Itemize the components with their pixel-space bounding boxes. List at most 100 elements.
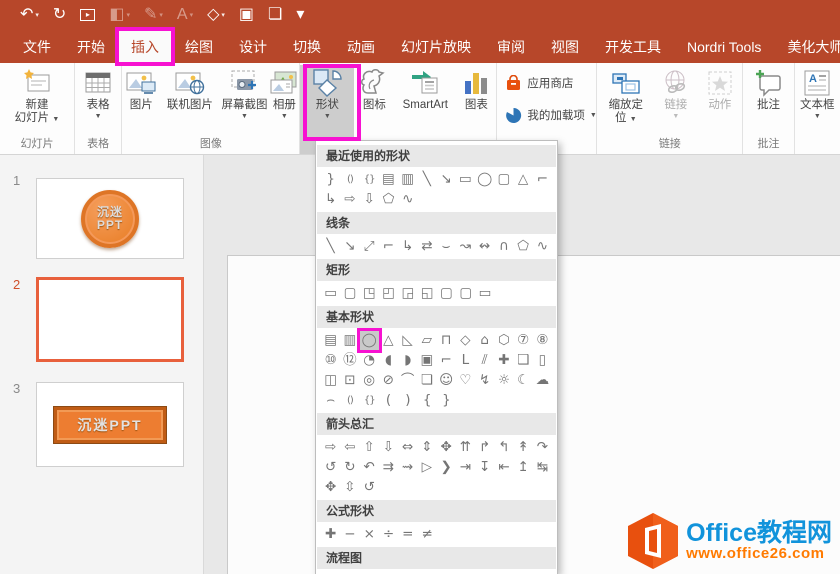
shape-arc[interactable]: ⌢ <box>321 391 340 410</box>
shape-line-double-arrow[interactable]: ⤢ <box>360 237 379 256</box>
shape-pie[interactable]: ◔ <box>360 351 379 370</box>
shape-double-brace[interactable]: {} <box>360 170 379 189</box>
shape-chevron-arrow[interactable]: ❯ <box>437 458 456 477</box>
group-label-links[interactable]: 链接 <box>597 138 742 154</box>
shape-oval[interactable]: ◯ <box>475 170 494 189</box>
shape-round-single-corner-rectangle[interactable]: ▢ <box>437 284 456 303</box>
zoom-button[interactable]: 缩放定 位 ▼ <box>598 65 654 138</box>
undo-icon[interactable]: ↶▾ <box>20 7 39 23</box>
shape-curved-double-arrow-connector[interactable]: ↭ <box>475 237 494 256</box>
start-slideshow-icon[interactable]: ▸ <box>80 9 95 21</box>
shape-double-brace[interactable]: {} <box>360 391 379 410</box>
shape-isosceles-triangle[interactable]: △ <box>379 331 398 350</box>
shape-curved-arrow-connector[interactable]: ↝ <box>456 237 475 256</box>
screenshot-button[interactable]: 屏幕截图 ▼ <box>220 65 270 138</box>
ribbon-tab-4[interactable]: 设计 <box>226 30 280 63</box>
group-label-slides[interactable]: 幻灯片 <box>0 138 74 154</box>
shape-round-diagonal-corner-rectangle[interactable]: ▭ <box>475 284 494 303</box>
shape-hexagon[interactable]: ⬡ <box>494 331 513 350</box>
shape-heptagon[interactable]: ⑦ <box>514 331 533 350</box>
shape-plus-sign[interactable]: ✚ <box>321 525 340 544</box>
shape-u-turn-arrow[interactable]: ↰ <box>494 438 513 457</box>
shape-line[interactable]: ╲ <box>417 170 436 189</box>
slide-2-number[interactable]: 2 <box>13 277 20 292</box>
shape-bevel[interactable]: ⊡ <box>340 371 359 390</box>
shape-smiley-face[interactable]: ☺ <box>437 371 456 390</box>
shape-up-arrow[interactable]: ⇧ <box>360 438 379 457</box>
shape-parallelogram[interactable]: ▱ <box>417 331 436 350</box>
shape-diamond[interactable]: ◇ <box>456 331 475 350</box>
table-button[interactable]: 表格 ▼ <box>81 65 115 138</box>
shape-text-box[interactable]: ▤ <box>321 331 340 350</box>
shape-curved-connector[interactable]: ⌣ <box>437 237 456 256</box>
comment-button[interactable]: 批注 <box>751 65 785 138</box>
shape-trapezoid[interactable]: ⊓ <box>437 331 456 350</box>
shape-left-arrow[interactable]: ⇦ <box>340 438 359 457</box>
open-folder-icon[interactable]: ❏ <box>268 7 282 23</box>
shape-oval[interactable]: ◯ <box>360 331 379 350</box>
ribbon-tab-7[interactable]: 幻灯片放映 <box>388 30 484 63</box>
slide-3-number[interactable]: 3 <box>13 381 20 396</box>
shape-rounded-rectangle[interactable]: ▢ <box>340 284 359 303</box>
shape-elbow-connector[interactable]: ⌐ <box>533 170 552 189</box>
ribbon-tab-5[interactable]: 切换 <box>280 30 334 63</box>
shape-vertical-text-box[interactable]: ▥ <box>398 170 417 189</box>
shape-diagonal-stripe[interactable]: ⫽ <box>475 351 494 370</box>
ribbon-tab-8[interactable]: 审阅 <box>484 30 538 63</box>
my-addins-button[interactable]: 我的加载项 ▼ <box>497 103 596 127</box>
shape-sun[interactable]: ☼ <box>494 371 513 390</box>
shape-equal-sign[interactable]: = <box>398 525 417 544</box>
textbox-button[interactable]: A 文本框 ▼ <box>800 65 835 154</box>
shape-snip-and-round-single-corner-rectangle[interactable]: ◱ <box>417 284 436 303</box>
merge-shapes-icon[interactable]: ◇▾ <box>207 7 225 23</box>
shape-elbow-arrow-connector[interactable]: ↳ <box>398 237 417 256</box>
shape-donut[interactable]: ◎ <box>360 371 379 390</box>
shape-freeform[interactable]: ⬠ <box>514 237 533 256</box>
shape-double-bracket[interactable]: () <box>340 170 359 189</box>
shape-curved-down-arrow[interactable]: ↻ <box>340 458 359 477</box>
shape-curved-up-arrow[interactable]: ↶ <box>360 458 379 477</box>
shape-division-sign[interactable]: ÷ <box>379 525 398 544</box>
shape-multiplication-sign[interactable]: × <box>360 525 379 544</box>
shape-left-bracket[interactable]: ( <box>379 391 398 410</box>
shape-left-arrow-callout[interactable]: ⇤ <box>494 458 513 477</box>
slide-3-thumbnail[interactable]: 沉迷PPT <box>36 382 184 467</box>
shape-right-brace[interactable]: } <box>437 391 456 410</box>
shape-left-right-arrow-callout[interactable]: ↹ <box>533 458 552 477</box>
shape-octagon[interactable]: ⑧ <box>533 331 552 350</box>
shape-text-box[interactable]: ▤ <box>379 170 398 189</box>
shape-double-bracket[interactable]: () <box>340 391 359 410</box>
shape-heart[interactable]: ♡ <box>456 371 475 390</box>
shape-frame[interactable]: ▣ <box>417 351 436 370</box>
shape-minus-sign[interactable]: − <box>340 525 359 544</box>
shape-snip-single-corner-rectangle[interactable]: ◳ <box>360 284 379 303</box>
group-label-comments[interactable]: 批注 <box>743 138 793 154</box>
ribbon-tab-0[interactable]: 文件 <box>10 30 64 63</box>
ribbon-tab-6[interactable]: 动画 <box>334 30 388 63</box>
shape-scribble[interactable]: ∿ <box>533 237 552 256</box>
shape-teardrop[interactable]: ◗ <box>398 351 417 370</box>
shape-bent-up-arrow[interactable]: ↟ <box>514 438 533 457</box>
slide-1-number[interactable]: 1 <box>13 173 20 188</box>
shape-circular-arrow[interactable]: ↺ <box>360 478 379 497</box>
shape-moon[interactable]: ☾ <box>514 371 533 390</box>
shape-down-arrow[interactable]: ⇩ <box>379 438 398 457</box>
shape-up-down-arrow-callout[interactable]: ⇳ <box>340 478 359 497</box>
ribbon-tab-2[interactable]: 插入 <box>118 30 172 63</box>
save-icon[interactable]: ▣ <box>239 7 254 23</box>
shape-right-triangle[interactable]: ◺ <box>398 331 417 350</box>
shape-half-frame[interactable]: ⌐ <box>437 351 456 370</box>
ribbon-tab-12[interactable]: 美化大师 <box>774 30 840 63</box>
shape-line-arrow[interactable]: ↘ <box>340 237 359 256</box>
new-slide-button[interactable]: 新建 幻灯片 ▼ <box>15 65 60 138</box>
shape-scribble[interactable]: ∿ <box>398 190 417 209</box>
shape-pentagon-arrow[interactable]: ▷ <box>417 458 436 477</box>
shape-right-arrow[interactable]: ⇨ <box>321 438 340 457</box>
shape-left-brace[interactable]: { <box>417 391 436 410</box>
shape-down-arrow[interactable]: ⇩ <box>360 190 379 209</box>
shape-left-right-arrow[interactable]: ⇔ <box>398 438 417 457</box>
group-label-images[interactable]: 图像 <box>122 138 299 154</box>
slide-1-thumbnail[interactable]: 沉迷 PPT <box>36 178 184 259</box>
shape-down-arrow-callout[interactable]: ↧ <box>475 458 494 477</box>
font-color-icon[interactable]: A▾ <box>177 7 193 23</box>
